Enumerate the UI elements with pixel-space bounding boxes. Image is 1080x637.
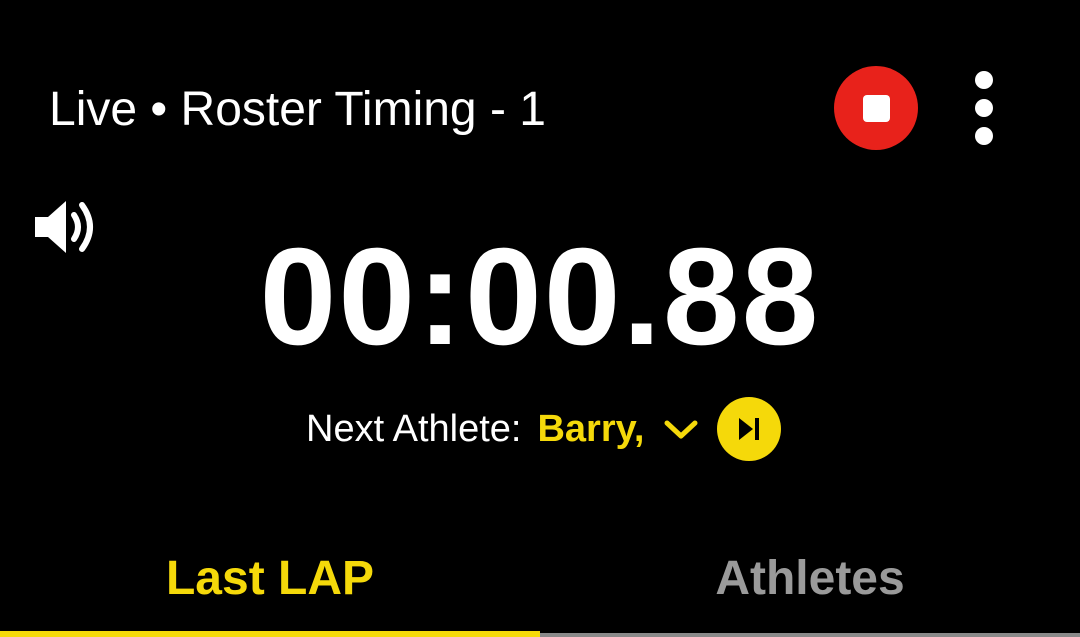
tab-label: Last LAP [165, 552, 375, 605]
skip-next-button[interactable] [716, 397, 781, 461]
tab-last-lap[interactable]: Last LAP [0, 520, 540, 637]
lap-timer: 00:00.88 [259, 220, 821, 374]
more-vertical-icon-dot [975, 127, 993, 145]
next-athlete-row: Next Athlete: Barry, [306, 397, 781, 461]
next-athlete-label: Next Athlete: [306, 407, 522, 450]
next-athlete-name[interactable]: Barry, [537, 408, 644, 451]
stop-button[interactable] [834, 66, 918, 150]
more-vertical-icon [975, 71, 993, 89]
stop-icon [862, 94, 890, 122]
page-title: Live • Roster Timing - 1 [49, 83, 546, 136]
tab-indicator [0, 631, 540, 637]
tab-divider [540, 633, 1080, 637]
chevron-down-icon[interactable] [661, 414, 701, 444]
tab-label: Athletes [715, 552, 905, 605]
tab-athletes[interactable]: Athletes [540, 520, 1080, 637]
skip-next-icon [738, 418, 759, 440]
more-vertical-icon-dot [975, 99, 993, 117]
tab-bar: Last LAP Athletes [0, 520, 1080, 637]
more-options-button[interactable] [958, 66, 1010, 150]
